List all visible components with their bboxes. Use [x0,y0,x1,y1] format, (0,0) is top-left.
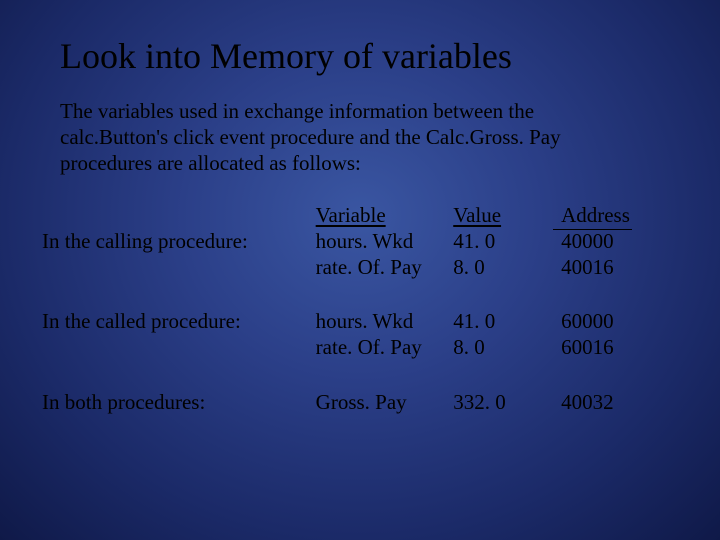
row-address: 4000040016 [561,228,660,309]
slide-title: Look into Memory of variables [60,38,660,76]
row-value: 41. 08. 0 [453,228,561,309]
row-value: 41. 08. 0 [453,308,561,389]
table-row: In the calling procedure: hours. Wkdrate… [42,228,660,309]
table-row: In the called procedure: hours. Wkdrate.… [42,308,660,389]
row-value: 332. 0 [453,389,561,415]
row-label: In both procedures: [42,389,316,415]
row-address: 40032 [561,389,660,415]
table-row: In both procedures: Gross. Pay 332. 0 40… [42,389,660,415]
row-label: In the calling procedure: [42,228,316,309]
row-variable: hours. Wkdrate. Of. Pay [316,308,454,389]
slide: Look into Memory of variables The variab… [0,0,720,540]
memory-table: Variable Value Address In the calling pr… [42,203,660,415]
table-header-row: Variable Value Address [42,203,660,228]
intro-paragraph: The variables used in exchange informati… [60,98,640,177]
row-variable: Gross. Pay [316,389,454,415]
row-label: In the called procedure: [42,308,316,389]
header-address: Address [561,203,630,228]
row-address: 6000060016 [561,308,660,389]
header-variable: Variable [316,203,386,227]
header-value: Value [453,203,501,227]
row-variable: hours. Wkdrate. Of. Pay [316,228,454,309]
